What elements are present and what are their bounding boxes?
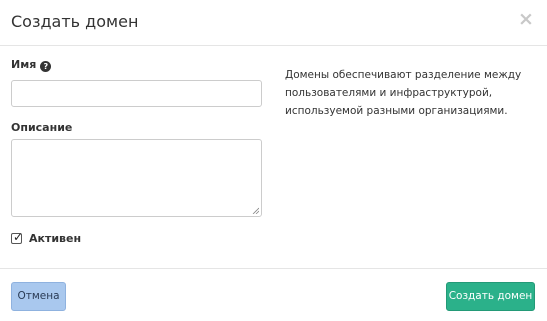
resize-grip-icon[interactable] — [252, 207, 259, 214]
name-input[interactable] — [11, 80, 262, 107]
enabled-checkbox[interactable]: ✓ — [11, 230, 24, 244]
close-icon[interactable]: × — [518, 9, 534, 29]
help-description: Домены обеспечивают разделение между пол… — [285, 69, 522, 117]
checkmark-icon: ✓ — [13, 230, 24, 244]
dialog-header: Создать домен × — [0, 0, 547, 46]
create-domain-dialog: Создать домен × Имя? Описание ✓ Активен — [0, 0, 547, 321]
cancel-button[interactable]: Отмена — [11, 282, 66, 311]
description-field-label: Описание — [11, 121, 73, 134]
name-label-text: Имя — [11, 58, 37, 71]
enabled-checkbox-label[interactable]: Активен — [29, 232, 81, 246]
dialog-body: Имя? Описание ✓ Активен Домены обеспечив… — [0, 46, 547, 268]
description-textarea[interactable] — [11, 139, 262, 217]
create-domain-button[interactable]: Создать домен — [446, 282, 535, 311]
question-circle-icon[interactable]: ? — [40, 61, 52, 72]
dialog-title: Создать домен — [11, 12, 139, 31]
dialog-footer: Отмена Создать домен — [0, 268, 547, 321]
name-field-label: Имя? — [11, 58, 52, 72]
